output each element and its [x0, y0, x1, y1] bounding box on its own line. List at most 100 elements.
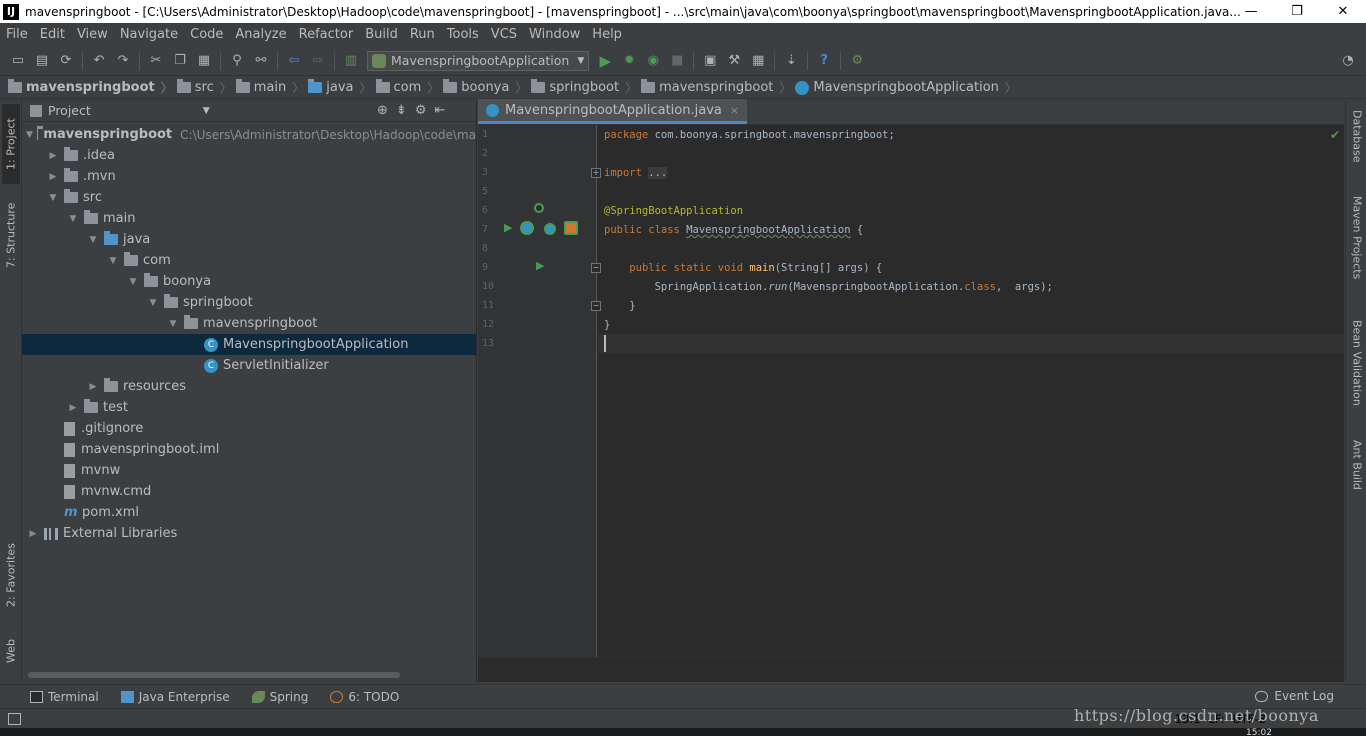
expanded-arrow-icon[interactable]: ▼	[166, 319, 180, 329]
tree-item-pom-xml[interactable]: m pom.xml	[22, 502, 476, 523]
gear-icon[interactable]: ⚙	[415, 103, 427, 118]
breadcrumb-springboot[interactable]: springboot 〉	[531, 79, 637, 96]
close-window-button[interactable]: ✕	[1320, 0, 1366, 23]
save-icon[interactable]: ▤	[33, 52, 51, 70]
sdk-icon[interactable]: ▣	[701, 52, 719, 70]
expanded-arrow-icon[interactable]: ▼	[126, 277, 140, 287]
copy-icon[interactable]: ❐	[171, 52, 189, 70]
tree-item-resources[interactable]: ▶ resources	[22, 376, 476, 397]
folded-imports[interactable]: ...	[648, 167, 668, 179]
help-icon[interactable]: ?	[815, 52, 833, 70]
expanded-arrow-icon[interactable]: ▼	[66, 214, 80, 224]
spring-beans-gutter-icon[interactable]	[534, 203, 544, 213]
tool-tab-database[interactable]: Database	[1348, 110, 1366, 190]
menu-file[interactable]: File	[0, 27, 34, 42]
menu-vcs[interactable]: VCS	[485, 27, 523, 42]
collapsed-arrow-icon[interactable]: ▶	[26, 529, 40, 539]
collapsed-arrow-icon[interactable]: ▶	[46, 172, 60, 182]
tree-item-com[interactable]: ▼ com	[22, 250, 476, 271]
collapse-all-icon[interactable]: ⇟	[396, 103, 407, 118]
menu-tools[interactable]: Tools	[441, 27, 485, 42]
tool-tab-web[interactable]: Web	[2, 626, 20, 676]
minimize-button[interactable]: —	[1228, 0, 1274, 23]
tool-tab-terminal[interactable]: Terminal	[30, 690, 99, 704]
cut-icon[interactable]: ✂	[147, 52, 165, 70]
breadcrumb-main[interactable]: main 〉	[235, 79, 304, 96]
menu-run[interactable]: Run	[404, 27, 441, 42]
tree-item-mavenspringbootapplication[interactable]: C MavenspringbootApplication	[22, 334, 476, 355]
menu-edit[interactable]: Edit	[34, 27, 71, 42]
replace-icon[interactable]: ⚯	[252, 52, 270, 70]
breadcrumb-mavenspringboot[interactable]: mavenspringboot 〉	[641, 79, 791, 96]
editor-tab-active[interactable]: MavenspringbootApplication.java ×	[478, 99, 748, 124]
search-everywhere-icon[interactable]: ◔	[1339, 52, 1357, 70]
tree-item-mavenspringboot-iml[interactable]: mavenspringboot.iml	[22, 439, 476, 460]
fold-minus-icon[interactable]: −	[591, 263, 601, 273]
project-panel-title[interactable]: Project	[48, 103, 91, 118]
tool-tab-ant-build[interactable]: Ant Build	[1348, 440, 1366, 520]
find-icon[interactable]: ⚲	[228, 52, 246, 70]
run-gutter-icon[interactable]: ▶	[504, 221, 512, 234]
tree-item-external-libraries[interactable]: ▶ External Libraries	[22, 523, 476, 544]
sdk-download-icon[interactable]: ⇣	[782, 52, 800, 70]
menu-code[interactable]: Code	[184, 27, 229, 42]
back-icon[interactable]: ⇦	[285, 52, 303, 70]
tool-tab-java-enterprise[interactable]: Java Enterprise	[120, 690, 230, 704]
fold-end-icon[interactable]: −	[591, 301, 601, 311]
settings-icon[interactable]: ▦	[749, 52, 767, 70]
stop-icon[interactable]: ■	[668, 52, 686, 70]
spring-class-gutter-icon[interactable]	[520, 221, 534, 235]
tree-item-springboot[interactable]: ▼ springboot	[22, 292, 476, 313]
tree-item-gitignore[interactable]: .gitignore	[22, 418, 476, 439]
tool-tab-bean-validation[interactable]: Bean Validation	[1348, 320, 1366, 430]
expanded-arrow-icon[interactable]: ▼	[46, 193, 60, 203]
tool-tab-favorites[interactable]: 2: Favorites	[2, 530, 20, 620]
menu-navigate[interactable]: Navigate	[114, 27, 184, 42]
code-area[interactable]: 1 2 3 5 6 7 8 9 10 11 12 13 ▶ ▶ + − − pa…	[478, 125, 1344, 657]
menu-window[interactable]: Window	[523, 27, 586, 42]
tool-tab-maven-projects[interactable]: Maven Projects	[1348, 196, 1366, 306]
menu-view[interactable]: View	[71, 27, 114, 42]
editor-scroll-area[interactable]	[478, 657, 1344, 682]
expanded-arrow-icon[interactable]: ▼	[26, 130, 33, 140]
tree-item-mavenspringboot[interactable]: ▼ mavenspringboot C:\Users\Administrator\D…	[22, 124, 476, 145]
tree-item-main[interactable]: ▼ main	[22, 208, 476, 229]
tool-tab-todo[interactable]: 6: TODO	[330, 690, 399, 704]
hide-icon[interactable]: ⇤	[434, 103, 445, 118]
maximize-button[interactable]: ❐	[1274, 0, 1320, 23]
run-configuration-select[interactable]: MavenspringbootApplication ▼	[367, 50, 590, 71]
tree-item-java[interactable]: ▼ java	[22, 229, 476, 250]
close-tab-icon[interactable]: ×	[730, 104, 739, 117]
tree-item-test[interactable]: ▶ test	[22, 397, 476, 418]
build-icon[interactable]: ▥	[342, 52, 360, 70]
collapsed-arrow-icon[interactable]: ▶	[86, 382, 100, 392]
tree-item-idea[interactable]: ▶ .idea	[22, 145, 476, 166]
redo-icon[interactable]: ↷	[114, 52, 132, 70]
collapsed-arrow-icon[interactable]: ▶	[46, 151, 60, 161]
coverage-icon[interactable]: ◉	[644, 52, 662, 70]
forward-icon[interactable]: ⇨	[309, 52, 327, 70]
sync-icon[interactable]: ⟳	[57, 52, 75, 70]
open-icon[interactable]: ▭	[9, 52, 27, 70]
tool-tab-structure[interactable]: 7: Structure	[2, 190, 20, 280]
tree-item-mavenspringboot[interactable]: ▼ mavenspringboot	[22, 313, 476, 334]
tree-item-servletinitializer[interactable]: C ServletInitializer	[22, 355, 476, 376]
collapsed-arrow-icon[interactable]: ▶	[66, 403, 80, 413]
tree-item-boonya[interactable]: ▼ boonya	[22, 271, 476, 292]
menu-help[interactable]: Help	[586, 27, 628, 42]
menu-refactor[interactable]: Refactor	[293, 27, 360, 42]
horizontal-scrollbar[interactable]	[28, 672, 400, 678]
tree-item-src[interactable]: ▼ src	[22, 187, 476, 208]
breadcrumb-boonya[interactable]: boonya 〉	[443, 79, 527, 96]
tool-tab-spring[interactable]: Spring	[251, 690, 308, 704]
menu-build[interactable]: Build	[359, 27, 404, 42]
menu-analyze[interactable]: Analyze	[229, 27, 292, 42]
expanded-arrow-icon[interactable]: ▼	[106, 256, 120, 266]
locate-icon[interactable]: ⊕	[377, 103, 388, 118]
expanded-arrow-icon[interactable]: ▼	[86, 235, 100, 245]
plugin-icon[interactable]: ⚙	[848, 52, 866, 70]
fold-plus-icon[interactable]: +	[591, 168, 601, 178]
chevron-down-icon[interactable]: ▼	[203, 106, 210, 116]
run-main-gutter-icon[interactable]: ▶	[536, 259, 544, 272]
breadcrumb-class[interactable]: MavenspringbootApplication 〉	[795, 79, 1017, 96]
